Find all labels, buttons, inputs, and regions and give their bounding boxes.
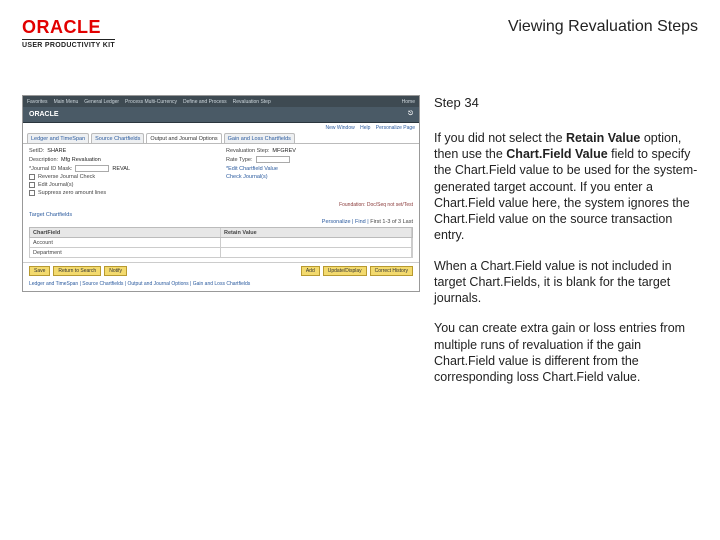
nav-item[interactable]: General Ledger (84, 99, 119, 105)
notify-button[interactable]: Notify (104, 266, 127, 276)
table-row: Account (29, 238, 413, 248)
personalize-link[interactable]: Personalize | Find | (322, 219, 369, 225)
sublink[interactable]: Help (360, 125, 370, 131)
target-cf-grid: ChartField Retain Value Account Departme… (29, 227, 413, 258)
tab-ledger-timespan[interactable]: Ledger and TimeSpan (27, 133, 89, 143)
rate-label: Rate Type: (226, 157, 253, 163)
docseq-note: Foundation: Doc/Seq not set/Test (23, 200, 419, 210)
page-title: Viewing Revaluation Steps (508, 18, 698, 36)
upk-label: USER PRODUCTIVITY KIT (22, 39, 115, 49)
app-sublinks: New Window Help Personalize Page (23, 123, 419, 131)
cell-retain[interactable] (221, 248, 412, 257)
instruction-para-3: You can create extra gain or loss entrie… (434, 320, 698, 385)
table-row: Department (29, 248, 413, 258)
col-header-retain: Retain Value (221, 228, 412, 237)
nav-item[interactable]: Define and Process (183, 99, 227, 105)
sublink[interactable]: New Window (326, 125, 355, 131)
app-brand-bar: ORACLE ⎋ (23, 107, 419, 123)
nav-item[interactable]: Revaluation Step (233, 99, 271, 105)
jrnl-value: REVAL (112, 166, 130, 172)
embedded-screenshot: Favorites Main Menu General Ledger Proce… (22, 95, 420, 399)
nav-item[interactable]: Favorites (27, 99, 48, 105)
app-breadcrumb-bar: Favorites Main Menu General Ledger Proce… (23, 96, 419, 107)
bold-chartfield-value: Chart.Field Value (506, 147, 607, 161)
descr-value: Mfg Revaluation (61, 157, 101, 163)
update-display-button[interactable]: Update/Display (323, 266, 367, 276)
bold-retain-value: Retain Value (566, 131, 640, 145)
form-area: SetID:SHARE Revaluation Step:MFGREV Desc… (23, 144, 419, 200)
reverse-label: Reverse Journal Check (38, 174, 95, 180)
signout-icon[interactable]: ⎋ (408, 111, 413, 118)
edit-journals-checkbox[interactable] (29, 182, 35, 188)
range-label: First 1-3 of 3 Last (370, 219, 413, 225)
instruction-panel: Step 34 If you did not select the Retain… (434, 95, 698, 399)
rate-input[interactable] (256, 156, 290, 163)
tab-gain-loss[interactable]: Gain and Loss Chartfields (224, 133, 295, 143)
check-journals-link[interactable]: Check Journal(s) (226, 174, 268, 180)
target-cf-title: Target Chartfields (23, 210, 419, 219)
revalstep-value: MFGREV (272, 148, 296, 154)
add-button[interactable]: Add (301, 266, 320, 276)
correct-history-button[interactable]: Correct History (370, 266, 413, 276)
nav-item[interactable]: Process Multi-Currency (125, 99, 177, 105)
step-label: Step 34 (434, 95, 698, 112)
oracle-logo-block: ORACLE USER PRODUCTIVITY KIT (22, 18, 115, 49)
setid-value: SHARE (47, 148, 66, 154)
suppress-zero-label: Suppress zero amount lines (38, 190, 106, 196)
app-brand-label: ORACLE (29, 111, 59, 118)
oracle-wordmark: ORACLE (22, 18, 115, 36)
reverse-checkbox[interactable] (29, 174, 35, 180)
app-tabs: Ledger and TimeSpan Source Chartfields O… (23, 131, 419, 144)
col-header-chartfield: ChartField (30, 228, 221, 237)
jrnl-label: *Journal ID Mask: (29, 166, 72, 172)
descr-label: Description: (29, 157, 58, 163)
text-fragment: If you did not select the (434, 131, 566, 145)
setid-label: SetID: (29, 148, 44, 154)
cell-chartfield[interactable]: Account (30, 238, 221, 247)
return-button[interactable]: Return to Search (53, 266, 101, 276)
button-bar: Save Return to Search Notify Add Update/… (23, 262, 419, 279)
jrnl-input[interactable] (75, 165, 109, 172)
instruction-para-1: If you did not select the Retain Value o… (434, 130, 698, 244)
home-link[interactable]: Home (402, 99, 415, 105)
edit-cf-link[interactable]: *Edit Chartfield Value (226, 166, 278, 172)
save-button[interactable]: Save (29, 266, 50, 276)
bottom-tab-links[interactable]: Ledger and TimeSpan | Source Chartfields… (23, 279, 419, 291)
edit-journals-label: Edit Journal(s) (38, 182, 73, 188)
text-fragment: field to specify the Chart.Field value t… (434, 147, 697, 242)
cell-chartfield[interactable]: Department (30, 248, 221, 257)
cell-retain[interactable] (221, 238, 412, 247)
revalstep-label: Revaluation Step: (226, 148, 269, 154)
suppress-zero-checkbox[interactable] (29, 190, 35, 196)
nav-item[interactable]: Main Menu (54, 99, 79, 105)
instruction-para-2: When a Chart.Field value is not included… (434, 258, 698, 307)
tab-output-journal[interactable]: Output and Journal Options (146, 133, 221, 143)
sublink[interactable]: Personalize Page (376, 125, 415, 131)
tab-source-chartfields[interactable]: Source Chartfields (91, 133, 144, 143)
